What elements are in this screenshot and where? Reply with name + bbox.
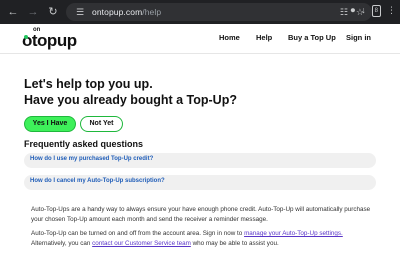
back-icon[interactable]: ←	[6, 5, 20, 19]
faq-item[interactable]: How do I use my purchased Top-Up credit?	[24, 153, 376, 168]
site-info-icon[interactable]: ☰	[74, 6, 86, 18]
faq-question-link[interactable]: How do I use my purchased Top-Up credit?	[30, 156, 153, 162]
download-icon[interactable]: ↓	[361, 5, 366, 17]
logo-wordmark: otopup	[22, 31, 77, 50]
nav-sign-in[interactable]: Sign in	[346, 33, 371, 42]
faq-heading: Frequently asked questions	[24, 139, 144, 149]
page-headline: Let's help top you up. Have you already …	[24, 76, 324, 108]
yes-i-have-button[interactable]: Yes I Have	[24, 116, 76, 132]
nav-help[interactable]: Help	[256, 33, 272, 42]
headline-line-1: Let's help top you up.	[24, 77, 153, 91]
headline-line-2: Have you already bought a Top-Up?	[24, 93, 237, 107]
faq-question-link[interactable]: How do I cancel my Auto-Top-Up subscript…	[30, 178, 165, 184]
reload-icon[interactable]: ↻	[46, 5, 60, 19]
nav-home[interactable]: Home	[219, 33, 240, 42]
faq-item[interactable]: How do I cancel my Auto-Top-Up subscript…	[24, 175, 376, 190]
nav-buy-top-up[interactable]: Buy a Top Up	[288, 33, 336, 42]
manage-settings-link[interactable]: manage your Auto-Top-Up settings.	[244, 230, 343, 237]
ontopup-logo[interactable]: on otopup	[22, 27, 82, 51]
tab-count-icon[interactable]: 8	[371, 5, 381, 17]
auto-top-up-description: Auto-Top-Ups are a handy way to always e…	[31, 206, 371, 223]
contact-customer-service-link[interactable]: contact our Customer Service team	[92, 240, 191, 247]
not-yet-button[interactable]: Not Yet	[80, 116, 123, 132]
site-header: on otopup Home Help Buy a Top Up Sign in	[0, 24, 400, 54]
forward-icon[interactable]: →	[26, 5, 40, 19]
address-bar[interactable]: ☰ ontopup.com/help ☷ ☆	[66, 3, 372, 21]
url-text: ontopup.com/help	[92, 7, 162, 17]
translate-icon[interactable]: ☷	[340, 6, 348, 18]
menu-icon[interactable]: ⋮	[387, 5, 396, 17]
browser-toolbar: ← → ↻ ☰ ontopup.com/help ☷ ☆ ⏺ ↓ 8 ⋮	[0, 0, 400, 24]
auto-top-up-instructions: Auto-Top-Up can be turned on and off fro…	[31, 230, 343, 247]
logo-o-mark: o	[22, 31, 32, 50]
microphone-icon[interactable]: ⏺	[351, 5, 356, 17]
